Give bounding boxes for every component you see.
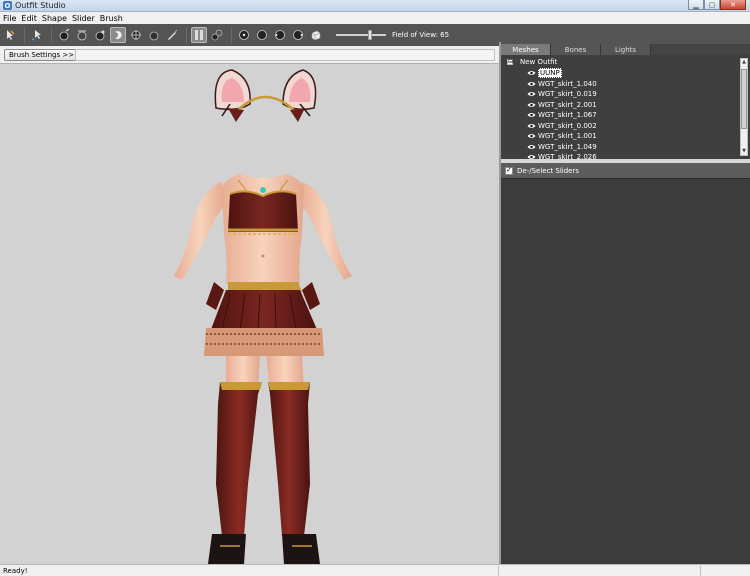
- tab-meshes[interactable]: Meshes: [501, 44, 551, 55]
- lighting-icon[interactable]: [209, 27, 225, 43]
- tree-root[interactable]: ⊟ New Outfit: [507, 58, 557, 66]
- perspective-icon[interactable]: [308, 27, 324, 43]
- eye-icon[interactable]: [527, 70, 536, 76]
- mesh-item[interactable]: WGT_skirt_2.026: [527, 152, 597, 159]
- toolbar-separator: [24, 27, 25, 43]
- brush-settings-button[interactable]: Brush Settings >>: [4, 49, 80, 61]
- mesh-item-label: WGT_skirt_2.001: [538, 100, 597, 109]
- view-right-icon[interactable]: [290, 27, 306, 43]
- deflate-brush-icon[interactable]: [74, 27, 90, 43]
- minimize-button[interactable]: ▁: [688, 0, 704, 10]
- status-bar: Ready!: [0, 564, 750, 576]
- eye-icon[interactable]: [527, 102, 536, 108]
- mesh-item-label: WGT_skirt_1.067: [538, 111, 597, 120]
- scroll-up-icon[interactable]: ▲: [741, 59, 747, 66]
- menu-edit[interactable]: Edit: [21, 14, 42, 23]
- toolbar-separator: [231, 27, 232, 43]
- toolbar-separator: [186, 27, 187, 43]
- inflate-brush-icon[interactable]: [56, 27, 72, 43]
- outfit-skirt: [204, 282, 324, 356]
- left-arm: [174, 182, 226, 280]
- window-controls: ▁ ▢ ✕: [688, 0, 746, 11]
- left-shoe: [208, 534, 246, 564]
- fov-slider-track[interactable]: [336, 30, 386, 40]
- tab-bones[interactable]: Bones: [551, 44, 601, 55]
- mask-icon[interactable]: [146, 27, 162, 43]
- mesh-item[interactable]: WGT_skirt_0.002: [527, 121, 597, 132]
- mesh-item[interactable]: WGT_skirt_0.019: [527, 89, 597, 100]
- unmask-icon[interactable]: [164, 27, 180, 43]
- mesh-item[interactable]: WGT_skirt_1.049: [527, 142, 597, 153]
- close-button[interactable]: ✕: [720, 0, 746, 10]
- fov-label: Field of View: 65: [392, 31, 450, 39]
- menu-slider[interactable]: Slider: [72, 14, 100, 23]
- mesh-tree[interactable]: ⊟ New Outfit UUNP WGT_skirt_1.040 WGT_skir…: [501, 55, 750, 159]
- view-back-icon[interactable]: [254, 27, 270, 43]
- scroll-thumb[interactable]: [741, 69, 747, 129]
- move-brush-icon[interactable]: [92, 27, 108, 43]
- select-sliders-label: De-/Select Sliders: [517, 166, 580, 175]
- mesh-item[interactable]: WGT_skirt_1.040: [527, 79, 597, 90]
- menu-brush[interactable]: Brush: [100, 14, 128, 23]
- mesh-item[interactable]: UUNP: [527, 68, 597, 79]
- eye-icon[interactable]: [527, 144, 536, 150]
- eye-icon[interactable]: [527, 123, 536, 129]
- model-render: [174, 69, 352, 564]
- tree-root-label: New Outfit: [520, 58, 558, 66]
- eye-icon[interactable]: [527, 91, 536, 97]
- sliders-panel: [501, 179, 750, 564]
- tree-scrollbar[interactable]: ▲ ▼: [740, 58, 748, 156]
- view-front-icon[interactable]: [236, 27, 252, 43]
- eye-icon[interactable]: [527, 112, 536, 118]
- wireframe-icon[interactable]: [191, 27, 207, 43]
- select-sliders-checkbox[interactable]: ✓: [505, 166, 513, 175]
- smooth-brush-icon[interactable]: [110, 27, 126, 43]
- 3d-viewport[interactable]: [0, 64, 499, 564]
- mesh-item-label: UUNP: [538, 68, 562, 79]
- ears-accessory: [214, 69, 317, 122]
- status-separator: [700, 566, 701, 576]
- scroll-down-icon[interactable]: ▼: [741, 148, 747, 155]
- fov-slider[interactable]: Field of View: 65: [336, 30, 450, 40]
- mesh-item[interactable]: WGT_skirt_2.001: [527, 100, 597, 111]
- status-text: Ready!: [3, 566, 28, 575]
- view-left-icon[interactable]: [272, 27, 288, 43]
- select-icon[interactable]: [2, 27, 18, 43]
- mesh-item-label: WGT_skirt_1.040: [538, 79, 597, 88]
- menu-file[interactable]: File: [3, 14, 21, 23]
- mesh-item-label: WGT_skirt_1.049: [538, 142, 597, 151]
- panel-tabs: Meshes Bones Lights: [501, 44, 750, 55]
- status-separator: [498, 566, 499, 576]
- tree-expander-icon[interactable]: ⊟: [507, 59, 513, 65]
- toolbar: Field of View: 65: [0, 24, 750, 46]
- window-title: Outfit Studio: [15, 1, 66, 10]
- transform-icon[interactable]: [29, 27, 45, 43]
- title-bar: O Outfit Studio ▁ ▢ ✕: [0, 0, 750, 12]
- right-arm: [300, 182, 352, 280]
- sliders-header[interactable]: ✓ De-/Select Sliders: [501, 163, 750, 179]
- weight-brush-icon[interactable]: [128, 27, 144, 43]
- maximize-button[interactable]: ▢: [704, 0, 720, 10]
- tab-lights[interactable]: Lights: [601, 44, 651, 55]
- brush-settings-bar: Brush Settings >>: [0, 46, 500, 64]
- mesh-item-label: WGT_skirt_0.002: [538, 121, 597, 130]
- menu-shape[interactable]: Shape: [42, 14, 72, 23]
- mesh-item[interactable]: WGT_skirt_1.067: [527, 110, 597, 121]
- toolbar-separator: [51, 27, 52, 43]
- mesh-list: UUNP WGT_skirt_1.040 WGT_skirt_0.019 WGT_sk…: [527, 68, 597, 159]
- eye-icon[interactable]: [527, 133, 536, 139]
- mesh-item[interactable]: WGT_skirt_1.001: [527, 131, 597, 142]
- mesh-item-label: WGT_skirt_0.019: [538, 90, 597, 99]
- mesh-item-label: WGT_skirt_1.001: [538, 132, 597, 141]
- outfit-stockings: [216, 382, 310, 536]
- fov-slider-thumb[interactable]: [367, 30, 372, 40]
- app-icon: O: [3, 1, 12, 10]
- eye-icon[interactable]: [527, 81, 536, 87]
- menu-bar: File Edit Shape Slider Brush: [0, 12, 750, 24]
- brush-settings-panel: [75, 49, 495, 61]
- right-shoe: [282, 534, 320, 564]
